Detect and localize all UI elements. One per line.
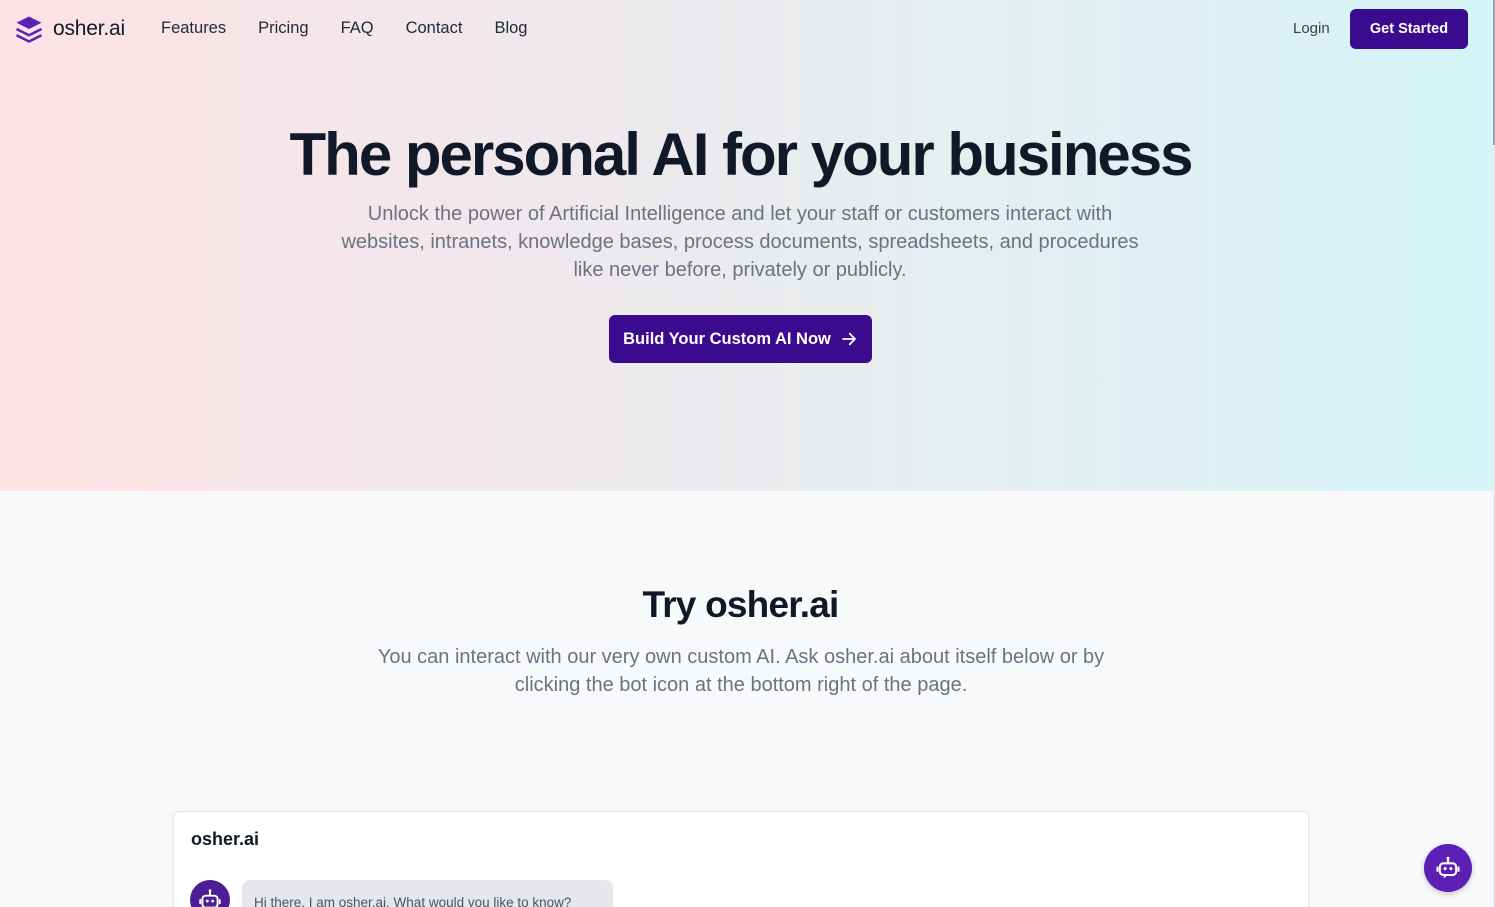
- cta-label: Build Your Custom AI Now: [623, 329, 831, 348]
- chat-message: Hi there, I am osher.ai. What would you …: [242, 880, 613, 907]
- chat-widget: osher.ai Hi there, I am osher.ai. What w…: [173, 811, 1309, 907]
- robot-icon: [199, 889, 221, 907]
- bot-avatar: [190, 880, 230, 907]
- get-started-button[interactable]: Get Started: [1350, 9, 1468, 49]
- robot-chat-icon: [1436, 856, 1460, 879]
- chat-title: osher.ai: [191, 829, 260, 849]
- logo-link[interactable]: osher.ai: [14, 14, 125, 44]
- nav-blog[interactable]: Blog: [494, 19, 527, 38]
- top-navbar: osher.ai Features Pricing FAQ Contact Bl…: [0, 0, 1493, 58]
- try-section-title: Try osher.ai: [642, 584, 839, 625]
- hero-title: The personal AI for your business: [289, 121, 1194, 188]
- nav-faq[interactable]: FAQ: [341, 19, 374, 38]
- layers-icon: [15, 16, 43, 43]
- arrow-right-icon: [841, 332, 856, 346]
- nav-contact[interactable]: Contact: [406, 19, 463, 38]
- login-link[interactable]: Login: [1293, 20, 1330, 37]
- chat-bot-launcher[interactable]: [1424, 844, 1472, 892]
- hero-subtitle: Unlock the power of Artificial Intellige…: [341, 203, 1139, 281]
- nav-features[interactable]: Features: [161, 19, 226, 38]
- build-custom-ai-button[interactable]: Build Your Custom AI Now: [609, 315, 872, 363]
- brand-name: osher.ai: [53, 17, 125, 40]
- nav-pricing[interactable]: Pricing: [258, 19, 308, 38]
- try-section-subtitle: You can interact with our very own custo…: [377, 646, 1105, 696]
- main-nav: Features Pricing FAQ Contact Blog: [161, 19, 559, 38]
